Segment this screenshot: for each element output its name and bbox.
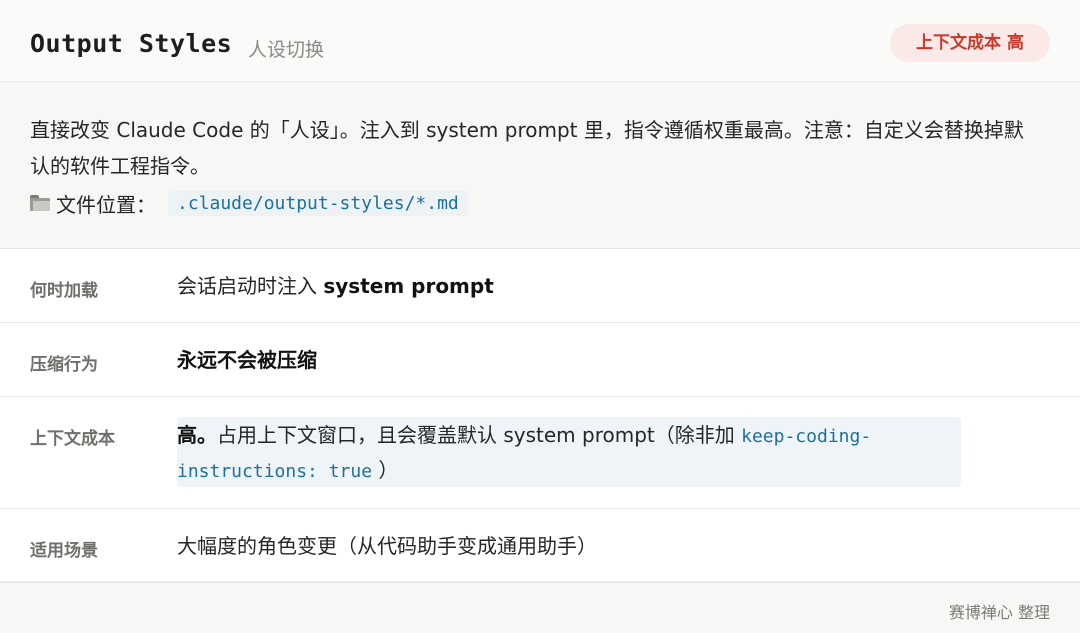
cost-text: 占用上下文窗口，且会覆盖默认 system prompt（除非加 xyxy=(217,423,742,447)
load-bold-text: system prompt xyxy=(323,274,494,298)
cost-bold-text: 高。 xyxy=(177,423,217,447)
footer-credit: 赛博禅心 整理 xyxy=(948,603,1050,622)
card-header: Output Styles 人设切换 上下文成本 高 xyxy=(0,0,1080,82)
row-value-compress: 永远不会被压缩 xyxy=(177,341,317,379)
page-title: Output Styles xyxy=(30,29,233,58)
cost-code-part2: instructions: true xyxy=(177,461,373,482)
page-subtitle: 人设切换 xyxy=(248,39,325,61)
compress-bold-text: 永远不会被压缩 xyxy=(177,348,317,372)
table-row: 压缩行为 永远不会被压缩 xyxy=(0,323,1080,397)
row-label-usage: 适用场景 xyxy=(30,541,98,561)
load-text: 会话启动时注入 xyxy=(177,274,324,298)
table-row: 上下文成本 高。占用上下文窗口，且会覆盖默认 system prompt（除非加… xyxy=(0,397,1080,509)
file-location-path: .claude/output-styles/*.md xyxy=(168,190,468,216)
cost-code-part1: keep-coding- xyxy=(741,426,872,447)
row-value-usage: 大幅度的角色变更（从代码助手变成通用助手） xyxy=(177,534,597,558)
cost-text-end: ） xyxy=(372,458,399,482)
folder-icon xyxy=(30,195,50,211)
row-value-load: 会话启动时注入 system prompt xyxy=(177,267,494,305)
row-value-cost: 高。占用上下文窗口，且会覆盖默认 system prompt（除非加 keep-… xyxy=(177,417,961,487)
table-row: 何时加载 会话启动时注入 system prompt xyxy=(0,249,1080,323)
file-location-label: 文件位置： xyxy=(56,192,156,217)
description-text: 直接改变 Claude Code 的「人设」。注入到 system prompt… xyxy=(30,118,1024,178)
context-cost-badge: 上下文成本 高 xyxy=(890,24,1050,62)
row-label-cost: 上下文成本 xyxy=(30,429,115,449)
table-row: 适用场景 大幅度的角色变更（从代码助手变成通用助手） xyxy=(0,509,1080,582)
row-label-compress: 压缩行为 xyxy=(30,355,98,375)
row-label-load: 何时加载 xyxy=(30,281,98,301)
description-section: 直接改变 Claude Code 的「人设」。注入到 system prompt… xyxy=(0,82,1080,249)
file-location: 文件位置： .claude/output-styles/*.md xyxy=(30,188,468,218)
card-footer: 赛博禅心 整理 xyxy=(0,582,1080,633)
